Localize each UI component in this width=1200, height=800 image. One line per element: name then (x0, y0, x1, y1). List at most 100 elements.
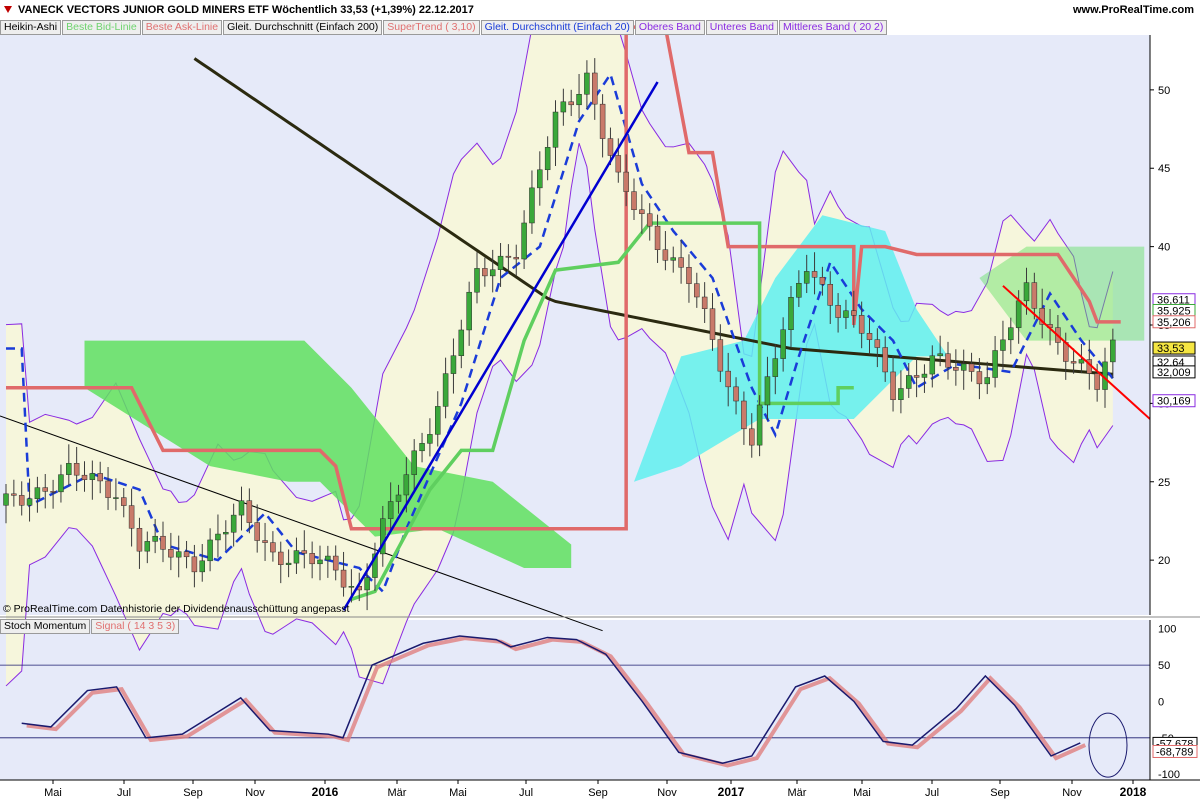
stoch-tick-label: 0 (1158, 696, 1164, 708)
candle-body (623, 171, 629, 192)
candle-body (646, 213, 653, 227)
instrument-dropdown-icon[interactable] (4, 6, 12, 13)
chart-canvas: 2025303540455036,61135,92535,20633,5332,… (0, 0, 1200, 800)
legend-item-3[interactable]: Gleit. Durchschnitt (Einfach 200) (223, 20, 383, 35)
candle-body (662, 249, 669, 261)
candle-body (81, 474, 88, 480)
candle-body (1008, 327, 1014, 341)
candle-body (858, 315, 865, 334)
candle-body (175, 551, 182, 558)
candle-body (568, 101, 574, 106)
candle-body (121, 497, 127, 506)
candle-body (11, 493, 17, 496)
candle-body (592, 72, 598, 105)
site-label[interactable]: www.ProRealTime.com (1073, 4, 1194, 16)
price-tag-label: 33,53 (1157, 343, 1185, 355)
candle-body (285, 562, 292, 565)
time-tick-label: Sep (183, 787, 203, 799)
time-tick-label: Nov (245, 787, 265, 799)
candle-body (639, 209, 645, 214)
candle-body (34, 487, 41, 499)
legend-item-1[interactable]: Beste Bid-Linie (62, 20, 141, 35)
candle-body (482, 268, 488, 277)
candle-body (364, 577, 370, 591)
candle-body (701, 296, 708, 309)
stoch-legend-item-1[interactable]: Signal ( 14 3 5 3) (91, 619, 180, 634)
candle-body (152, 535, 158, 542)
copyright-note: © ProRealTime.com Datenhistorie der Divi… (3, 603, 350, 615)
candle-body (874, 339, 881, 348)
candle-body (906, 375, 912, 389)
candle-body (293, 550, 300, 564)
candle-body (694, 283, 700, 298)
candle-body (1110, 339, 1116, 363)
candle-body (764, 376, 771, 406)
candle-body (976, 371, 983, 385)
candle-body (160, 535, 166, 550)
time-tick-label: Jul (117, 787, 131, 799)
legend-item-8[interactable]: Mittleres Band ( 20 2) (779, 20, 888, 35)
candle-body (136, 528, 143, 552)
time-tick-label: Jul (519, 787, 533, 799)
legend-item-7[interactable]: Unteres Band (705, 20, 778, 35)
candle-body (387, 501, 394, 519)
candle-body (254, 522, 260, 541)
candle-body (340, 569, 347, 588)
candle-body (262, 540, 268, 543)
candle-body (1015, 300, 1022, 328)
time-tick-label: Mai (853, 787, 871, 799)
candle-body (230, 514, 237, 533)
legend-item-0[interactable]: Heikin-Ashi (0, 20, 62, 35)
candle-body (97, 473, 103, 482)
candle-body (26, 498, 33, 506)
indicator-legend-bottom: Stoch Momentum Signal ( 14 3 5 3) (0, 619, 180, 634)
candle-body (270, 542, 276, 553)
candle-body (654, 225, 661, 250)
price-tag-label: 35,206 (1157, 317, 1191, 329)
candle-body (73, 463, 80, 476)
candle-body (317, 559, 323, 565)
legend-item-6[interactable]: Oberes Band (634, 20, 705, 35)
stoch-tag-label: -68,789 (1156, 746, 1193, 758)
candle-body (144, 541, 151, 552)
candle-body (113, 497, 119, 499)
candle-body (670, 257, 676, 261)
candle-body (953, 367, 959, 371)
candle-body (811, 271, 818, 278)
candle-body (58, 474, 64, 493)
legend-item-2[interactable]: Beste Ask-Linie (141, 20, 223, 35)
candle-body (584, 72, 590, 95)
candle-body (984, 377, 990, 385)
price-tick-label: 25 (1158, 477, 1170, 489)
instrument-title: VANECK VECTORS JUNIOR GOLD MINERS ETF Wö… (18, 4, 474, 16)
candle-body (278, 551, 284, 565)
candle-body (183, 551, 190, 558)
legend-item-5[interactable]: Gleit. Durchschnitt (Einfach 20) (480, 20, 634, 35)
stoch-legend-item-0[interactable]: Stoch Momentum (0, 619, 91, 634)
indicator-legend-top: Heikin-Ashi Beste Bid-Linie Beste Ask-Lini… (0, 20, 888, 35)
candle-body (913, 375, 920, 378)
candle-body (1070, 361, 1077, 364)
price-tag-label: 30,169 (1157, 396, 1191, 408)
price-tag-label: 32,009 (1157, 367, 1191, 379)
candle-body (105, 480, 111, 498)
candle-body (348, 586, 355, 588)
legend-item-4[interactable]: SuperTrend ( 3,10) (383, 20, 480, 35)
candle-body (215, 533, 221, 541)
time-tick-label: Jul (925, 787, 939, 799)
candle-body (50, 491, 56, 493)
candle-body (505, 255, 512, 258)
time-tick-label: Mai (44, 787, 62, 799)
price-tick-label: 40 (1158, 242, 1170, 254)
candle-body (796, 283, 802, 298)
candle-body (929, 355, 936, 375)
candle-body (325, 555, 331, 561)
candle-body (403, 474, 410, 496)
candle-body (1078, 359, 1085, 364)
candle-body (474, 268, 480, 293)
candle-body (960, 363, 967, 371)
candle-body (435, 406, 441, 435)
candle-body (717, 339, 724, 372)
candle-body (843, 310, 849, 318)
candle-body (238, 500, 245, 516)
